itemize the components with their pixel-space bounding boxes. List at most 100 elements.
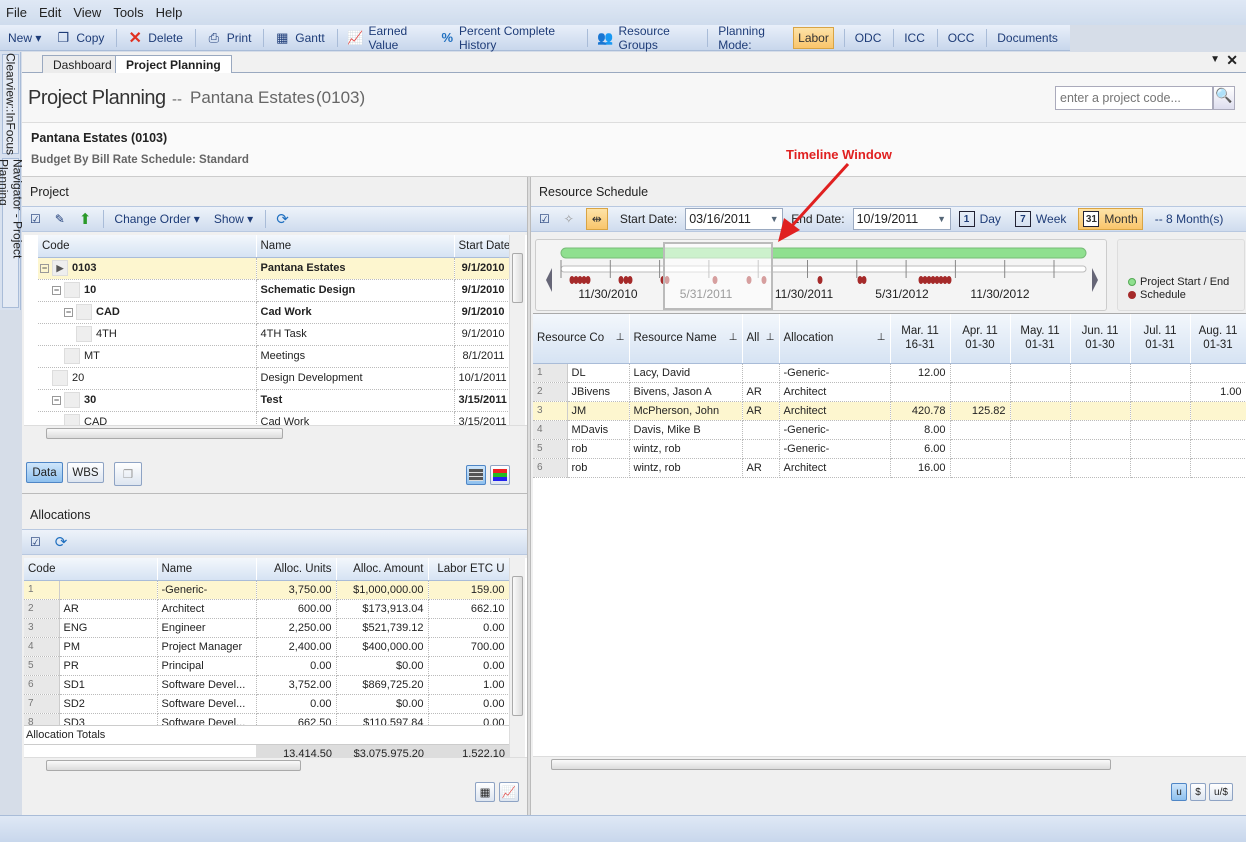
menu-edit[interactable]: Edit: [39, 5, 61, 20]
tree-row[interactable]: − CAD Cad Work 9/1/2010: [24, 301, 510, 324]
collapse-icon[interactable]: −: [52, 395, 61, 405]
resource-row[interactable]: 3 JM McPherson, John AR Architect 420.78 125.8…: [533, 401, 1246, 421]
tab-list-dropdown-icon[interactable]: ▼: [1210, 54, 1220, 65]
period-value[interactable]: [1010, 439, 1071, 459]
period-value[interactable]: [890, 382, 951, 402]
tree-row[interactable]: − 30 Test 3/15/2011: [24, 389, 510, 412]
refresh-icon[interactable]: ⟳: [53, 531, 70, 553]
fit-range-button[interactable]: ⇹: [585, 208, 608, 230]
tree-row[interactable]: 20 Design Development 10/1/2011: [24, 367, 510, 390]
col-name[interactable]: Name: [256, 235, 455, 258]
period-value[interactable]: [950, 458, 1011, 478]
col-alloc-amount[interactable]: Alloc. Amount: [336, 558, 429, 581]
col-allocation[interactable]: Allocation ⊥: [779, 314, 891, 364]
units-button[interactable]: u: [1171, 783, 1187, 801]
period-value[interactable]: [1010, 363, 1071, 383]
col-all[interactable]: All ⊥: [742, 314, 780, 364]
chart-view-button[interactable]: 📈: [499, 782, 519, 802]
allocation-row[interactable]: 1 -Generic- 3,750.00 $1,000,000.00 159.00: [24, 580, 510, 600]
pin-icon[interactable]: ⊥: [877, 332, 886, 343]
resource-groups-button[interactable]: 👥 Resource Groups: [596, 24, 698, 52]
timeline-left-arrow[interactable]: [546, 268, 552, 292]
gray-bars-button[interactable]: [466, 465, 486, 485]
side-tab-clearview[interactable]: Clearview::InFocus: [2, 53, 19, 155]
allocations-hscrollbar[interactable]: [24, 757, 527, 772]
gantt-button[interactable]: ▦ Gantt: [272, 27, 326, 49]
timeline-window[interactable]: [663, 242, 773, 310]
tree-row[interactable]: − 10 Schematic Design 9/1/2010: [24, 279, 510, 302]
resource-row[interactable]: 5 rob wintz, rob -Generic- 6.00: [533, 439, 1246, 459]
pin-icon[interactable]: ⊥: [766, 332, 775, 343]
copy-view-button[interactable]: ❐: [114, 462, 142, 486]
collapse-icon[interactable]: −: [52, 285, 61, 295]
color-bars-button[interactable]: [490, 465, 510, 485]
period-value[interactable]: [1130, 458, 1191, 478]
period-value[interactable]: [1130, 439, 1191, 459]
units-dollars-button[interactable]: u/$: [1209, 783, 1233, 801]
menu-view[interactable]: View: [73, 5, 101, 20]
mode-icc[interactable]: ICC: [902, 27, 927, 49]
menu-file[interactable]: File: [6, 5, 27, 20]
row-selector[interactable]: [76, 304, 92, 320]
mode-odc[interactable]: ODC: [853, 27, 884, 49]
pin-icon[interactable]: ⊥: [616, 332, 625, 343]
new-button[interactable]: New ▾: [6, 27, 43, 49]
pane-splitter[interactable]: [22, 493, 527, 497]
period-value[interactable]: [1130, 401, 1191, 421]
period-value[interactable]: [1070, 363, 1131, 383]
period-value[interactable]: 420.78: [890, 401, 951, 421]
day-scale-button[interactable]: 1 Day: [957, 208, 1003, 230]
grid-view-button[interactable]: ▦: [475, 782, 495, 802]
search-button[interactable]: 🔍: [1213, 86, 1235, 110]
month-scale-button[interactable]: 31 Month: [1078, 208, 1143, 230]
col-period[interactable]: Aug. 11 01-31: [1190, 314, 1246, 364]
col-period[interactable]: Apr. 11 01-30: [950, 314, 1011, 364]
period-value[interactable]: [1070, 401, 1131, 421]
end-date-input[interactable]: 10/19/2011 ▼: [852, 208, 951, 230]
row-selector[interactable]: [52, 370, 68, 386]
period-value[interactable]: [1190, 420, 1246, 440]
col-period[interactable]: May. 11 01-31: [1010, 314, 1071, 364]
edit-icon[interactable]: ✎: [53, 208, 67, 230]
mode-labor[interactable]: Labor: [793, 26, 834, 49]
dollars-button[interactable]: $: [1190, 783, 1206, 801]
period-value[interactable]: [1010, 458, 1071, 478]
tab-dashboard[interactable]: Dashboard: [42, 55, 123, 73]
tab-project-planning[interactable]: Project Planning: [115, 55, 232, 74]
col-resource-name[interactable]: Resource Name ⊥: [629, 314, 743, 364]
row-selector[interactable]: ▶: [52, 260, 68, 276]
timeline-right-arrow[interactable]: [1092, 268, 1098, 292]
checklist-icon[interactable]: ☑: [28, 531, 43, 553]
tree-row[interactable]: 4TH 4TH Task 9/1/2010: [24, 323, 510, 346]
allocation-row[interactable]: 4 PM Project Manager 2,400.00 $400,000.00 700…: [24, 637, 510, 657]
collapse-icon[interactable]: −: [40, 263, 49, 273]
period-value[interactable]: [1190, 439, 1246, 459]
allocation-row[interactable]: 7 SD2 Software Devel... 0.00 $0.00 0.00: [24, 694, 510, 714]
project-vscrollbar[interactable]: [509, 235, 525, 425]
allocation-row[interactable]: 3 ENG Engineer 2,250.00 $521,739.12 0.00: [24, 618, 510, 638]
period-value[interactable]: [1190, 363, 1246, 383]
pin-icon[interactable]: ⊥: [729, 332, 738, 343]
refresh-icon[interactable]: ⟳: [274, 208, 291, 230]
side-tab-navigator[interactable]: Navigator - Project Planning: [0, 158, 25, 308]
menu-help[interactable]: Help: [156, 5, 183, 20]
col-name[interactable]: Name: [157, 558, 257, 581]
col-labor-etc[interactable]: Labor ETC U: [428, 558, 510, 581]
allocation-row[interactable]: 6 SD1 Software Devel... 3,752.00 $869,725.20…: [24, 675, 510, 695]
period-value[interactable]: 125.82: [950, 401, 1011, 421]
period-value[interactable]: [950, 420, 1011, 440]
period-value[interactable]: [1010, 401, 1071, 421]
col-resource-code[interactable]: Resource Co ⊥: [533, 314, 630, 364]
timeline-navigator[interactable]: 11/30/20105/31/201111/30/20115/31/201211…: [535, 239, 1107, 311]
project-hscrollbar[interactable]: [24, 425, 527, 440]
row-selector[interactable]: [64, 282, 80, 298]
col-start-date[interactable]: Start Date: [454, 235, 510, 258]
period-value[interactable]: [1070, 382, 1131, 402]
period-value[interactable]: [1130, 382, 1191, 402]
print-button[interactable]: ⎙ Print: [204, 27, 254, 49]
checklist-icon[interactable]: ☑: [537, 208, 552, 230]
col-code[interactable]: Code: [24, 558, 158, 581]
period-value[interactable]: 12.00: [890, 363, 951, 383]
documents-button[interactable]: Documents: [995, 27, 1060, 49]
col-alloc-units[interactable]: Alloc. Units: [256, 558, 337, 581]
